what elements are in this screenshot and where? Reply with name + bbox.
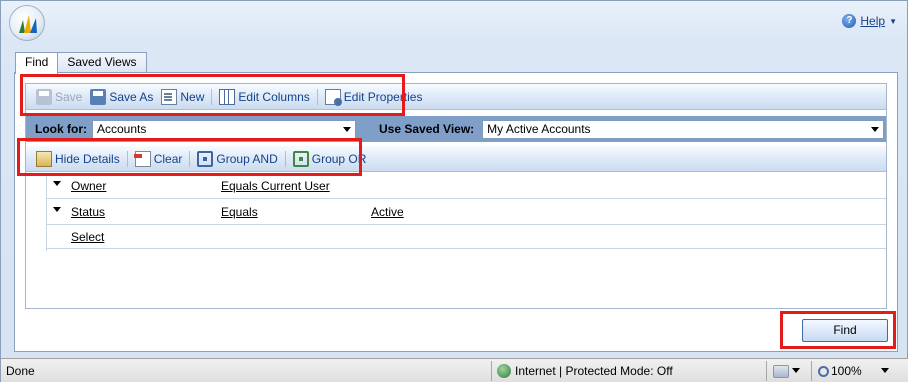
row-menu-icon[interactable] [53,207,61,212]
view-toolbar: Save Save As New Edit Columns Edit Prope… [26,84,886,110]
clear-button[interactable]: Clear [131,149,187,169]
dynamics-logo-icon [9,5,45,41]
edit-columns-button[interactable]: Edit Columns [215,87,313,107]
zoom-icon [818,366,829,377]
toolbar-divider [126,150,128,167]
chevron-down-icon [881,368,890,373]
security-zone[interactable]: Internet | Protected Mode: Off [497,364,673,378]
tab-strip: Find Saved Views [15,52,147,74]
clear-label: Clear [153,151,183,166]
save-as-label: Save As [109,89,154,104]
toolbar-divider [284,150,286,167]
query-builder: Save Save As New Edit Columns Edit Prope… [25,83,887,309]
save-label: Save [55,89,83,104]
hide-details-button[interactable]: Hide Details [32,149,124,169]
status-bar: Done Internet | Protected Mode: Off 100% [1,358,908,382]
tab-saved-views[interactable]: Saved Views [57,52,147,73]
group-or-label: Group OR [311,151,367,166]
status-divider [491,361,492,381]
title-bar: ? Help ▼ [1,1,907,43]
look-for-value: Accounts [97,122,147,136]
help-menu[interactable]: ? Help ▼ [842,14,897,28]
help-icon: ? [842,14,857,28]
criteria-value[interactable]: Active [371,205,404,219]
group-or-icon [292,150,309,167]
save-as-button[interactable]: Save As [86,87,157,107]
properties-icon [324,88,342,106]
group-and-icon [197,150,214,167]
criteria-operator[interactable]: Equals Current User [221,179,330,193]
toolbar-divider [316,88,318,105]
edit-properties-button[interactable]: Edit Properties [321,87,427,107]
hide-details-icon [36,150,52,167]
criteria-operator[interactable]: Equals [221,205,258,219]
security-icon [773,365,789,378]
look-for-select[interactable]: Accounts [92,119,356,139]
protected-mode-toggle[interactable] [773,364,801,378]
edit-columns-label: Edit Columns [238,89,310,104]
add-criteria-row: Select [46,225,886,249]
new-label: New [180,89,205,104]
saved-view-label: Use Saved View: [379,122,475,136]
status-text: Done [6,364,35,378]
criteria-field[interactable]: Owner [71,179,106,193]
criteria-list: Owner Equals Current User Status Equals … [46,173,886,249]
find-button[interactable]: Find [802,319,888,342]
select-field-link[interactable]: Select [71,230,104,244]
criteria-row: Status Equals Active [46,199,886,225]
status-divider [766,361,767,381]
new-button[interactable]: New [157,87,208,107]
save-icon [36,88,52,105]
columns-icon [219,88,236,105]
saved-view-select[interactable]: My Active Accounts [482,119,885,139]
edit-properties-label: Edit Properties [343,89,423,104]
tab-find[interactable]: Find [15,52,59,74]
status-divider [811,361,812,381]
app-window: ? Help ▼ Find Saved Views Save Save As N [0,0,908,382]
look-for-bar: Look for: Accounts Use Saved View: My Ac… [26,116,886,142]
hide-details-label: Hide Details [55,151,120,166]
criteria-field[interactable]: Status [71,205,105,219]
group-or-button[interactable]: Group OR [289,149,371,169]
find-panel: Save Save As New Edit Columns Edit Prope… [14,72,898,352]
saved-view-value: My Active Accounts [487,122,591,136]
globe-icon [497,364,511,378]
zoom-control[interactable]: 100% [818,364,890,378]
criteria-row: Owner Equals Current User [46,173,886,199]
help-label: Help [860,14,886,28]
security-zone-label: Internet | Protected Mode: Off [515,364,673,378]
criteria-toolbar: Hide Details Clear Group AND Group OR [26,146,886,172]
look-for-label: Look for: [35,122,87,136]
group-and-button[interactable]: Group AND [193,149,281,169]
zoom-level: 100% [831,364,862,378]
new-icon [161,88,178,105]
chevron-down-icon [343,126,351,132]
save-as-icon [90,88,107,105]
chevron-down-icon [792,368,801,373]
clear-icon [133,150,151,167]
chevron-down-icon: ▼ [889,16,897,26]
save-button[interactable]: Save [32,87,86,107]
group-and-label: Group AND [216,151,278,166]
toolbar-divider [211,88,213,105]
toolbar-divider [189,150,191,167]
chevron-down-icon [871,126,880,132]
row-menu-icon[interactable] [53,181,61,186]
